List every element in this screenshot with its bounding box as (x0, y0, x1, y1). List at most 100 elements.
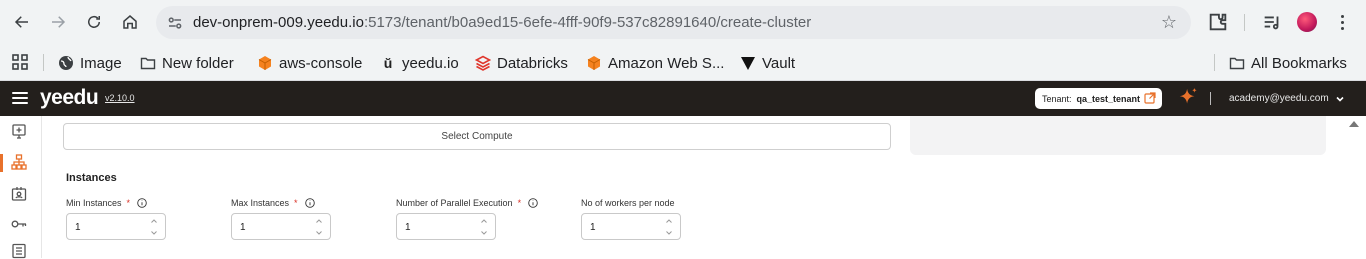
bookmark-image[interactable]: Image (58, 53, 122, 73)
bookmarks-bar: Image New folder aws-console ŭ yeedu.io … (0, 44, 1366, 81)
info-icon[interactable] (528, 198, 538, 208)
bookmark-label: Databricks (497, 54, 568, 72)
toolbar-divider (1244, 14, 1245, 31)
summary-side-panel (910, 116, 1326, 155)
yeedu-icon: ŭ (383, 55, 393, 71)
max-instances-input[interactable]: 1 (231, 213, 331, 240)
chevron-down-icon[interactable] (480, 229, 488, 237)
bookmark-yeedu[interactable]: ŭ yeedu.io (380, 53, 459, 73)
number-stepper[interactable] (314, 217, 324, 237)
bookmark-label: Image (80, 54, 122, 72)
browser-menu-icon[interactable] (1332, 11, 1352, 33)
app-header: yeedu v2.10.0 Tenant: qa_test_tenant aca… (0, 81, 1366, 116)
profile-avatar[interactable] (1297, 12, 1317, 32)
chevron-down-icon[interactable] (665, 229, 673, 237)
apps-grid-icon[interactable] (12, 54, 28, 70)
info-icon[interactable] (304, 198, 315, 208)
app-version[interactable]: v2.10.0 (105, 93, 135, 103)
number-stepper[interactable] (149, 217, 159, 237)
all-bookmarks[interactable]: All Bookmarks (1229, 53, 1347, 73)
bookmark-new-folder[interactable]: New folder (140, 53, 234, 73)
bookmarks-divider (1214, 54, 1215, 71)
bookmark-label: aws-console (279, 54, 363, 72)
required-asterisk: * (517, 198, 522, 208)
scroll-up-arrow-icon[interactable] (1349, 121, 1359, 127)
select-compute-button[interactable]: Select Compute (63, 123, 891, 150)
chevron-up-icon[interactable] (480, 217, 488, 225)
select-compute-label: Select Compute (441, 131, 513, 142)
chevron-down-icon[interactable] (150, 229, 158, 237)
bookmark-star-icon[interactable]: ☆ (1161, 12, 1177, 33)
input-value: 1 (590, 222, 596, 233)
bookmark-label: Vault (762, 54, 796, 72)
site-info-icon[interactable] (166, 14, 184, 32)
user-email[interactable]: academy@yeedu.com (1229, 93, 1329, 104)
chevron-up-icon[interactable] (315, 217, 323, 225)
workers-per-node-label: No of workers per node (581, 198, 675, 208)
input-value: 1 (240, 222, 246, 233)
bookmarks-divider (43, 54, 44, 71)
cluster-hierarchy-icon[interactable] (11, 154, 27, 170)
min-instances-label: Min Instances * (66, 198, 147, 208)
workers-per-node-input[interactable]: 1 (581, 213, 681, 240)
key-icon[interactable] (11, 216, 27, 232)
required-asterisk: * (294, 198, 298, 208)
forward-icon[interactable] (46, 10, 70, 34)
vault-icon (740, 55, 756, 71)
bookmark-label: New folder (162, 54, 234, 72)
home-icon[interactable] (118, 10, 142, 34)
info-icon[interactable] (137, 198, 147, 208)
external-link-icon[interactable] (1144, 92, 1156, 104)
reload-icon[interactable] (82, 10, 106, 34)
instances-section-title: Instances (66, 172, 117, 184)
globe-icon (58, 55, 74, 71)
all-bookmarks-label: All Bookmarks (1251, 54, 1347, 72)
extensions-icon[interactable] (1207, 11, 1229, 33)
chevron-up-icon[interactable] (150, 217, 158, 225)
tenant-label: Tenant: (1042, 93, 1072, 104)
number-stepper[interactable] (664, 217, 674, 237)
field-label-text: Min Instances (66, 198, 122, 208)
min-instances-input[interactable]: 1 (66, 213, 166, 240)
folder-icon (1229, 55, 1245, 71)
aws-cube-icon (586, 55, 602, 71)
bookmark-label: yeedu.io (402, 54, 459, 72)
monitor-add-icon[interactable] (11, 124, 27, 140)
id-card-icon[interactable] (11, 186, 27, 202)
input-value: 1 (75, 222, 81, 233)
folder-icon (140, 55, 156, 71)
url-host: dev-onprem-009.yeedu.io (193, 14, 364, 31)
browser-toolbar: dev-onprem-009.yeedu.io:5173/tenant/b0a9… (0, 0, 1366, 44)
required-asterisk: * (126, 198, 131, 208)
yeedu-logo[interactable]: yeedu (40, 86, 99, 110)
aws-cube-icon (257, 55, 273, 71)
url-text: dev-onprem-009.yeedu.io:5173/tenant/b0a9… (193, 14, 811, 31)
number-stepper[interactable] (479, 217, 489, 237)
field-label-text: No of workers per node (581, 198, 675, 208)
chevron-up-icon[interactable] (665, 217, 673, 225)
parallel-execution-label: Number of Parallel Execution * (396, 198, 538, 208)
bookmark-aws-console[interactable]: aws-console (257, 53, 362, 73)
hamburger-menu-icon[interactable] (12, 92, 28, 104)
databricks-icon (475, 55, 491, 71)
chevron-down-icon[interactable] (1335, 94, 1345, 104)
max-instances-label: Max Instances * (231, 198, 315, 208)
sparkle-ai-icon[interactable] (1177, 87, 1199, 109)
field-label-text: Max Instances (231, 198, 290, 208)
parallel-execution-input[interactable]: 1 (396, 213, 496, 240)
address-bar[interactable]: dev-onprem-009.yeedu.io:5173/tenant/b0a9… (156, 6, 1191, 39)
bookmark-amazon-web-services[interactable]: Amazon Web S... (586, 53, 724, 73)
url-path: :5173/tenant/b0a9ed15-6efe-4fff-90f9-537… (363, 14, 812, 31)
field-label-text: Number of Parallel Execution (396, 198, 513, 208)
active-nav-indicator (0, 154, 3, 172)
input-value: 1 (405, 222, 411, 233)
left-navigation-rail (0, 116, 42, 259)
tenant-selector[interactable]: Tenant: qa_test_tenant (1035, 88, 1162, 109)
back-icon[interactable] (10, 10, 34, 34)
list-document-icon[interactable] (11, 243, 27, 259)
tenant-value: qa_test_tenant (1076, 93, 1141, 104)
bookmark-databricks[interactable]: Databricks (475, 53, 568, 73)
chevron-down-icon[interactable] (315, 229, 323, 237)
media-control-icon[interactable] (1261, 11, 1283, 33)
bookmark-vault[interactable]: Vault (740, 53, 795, 73)
